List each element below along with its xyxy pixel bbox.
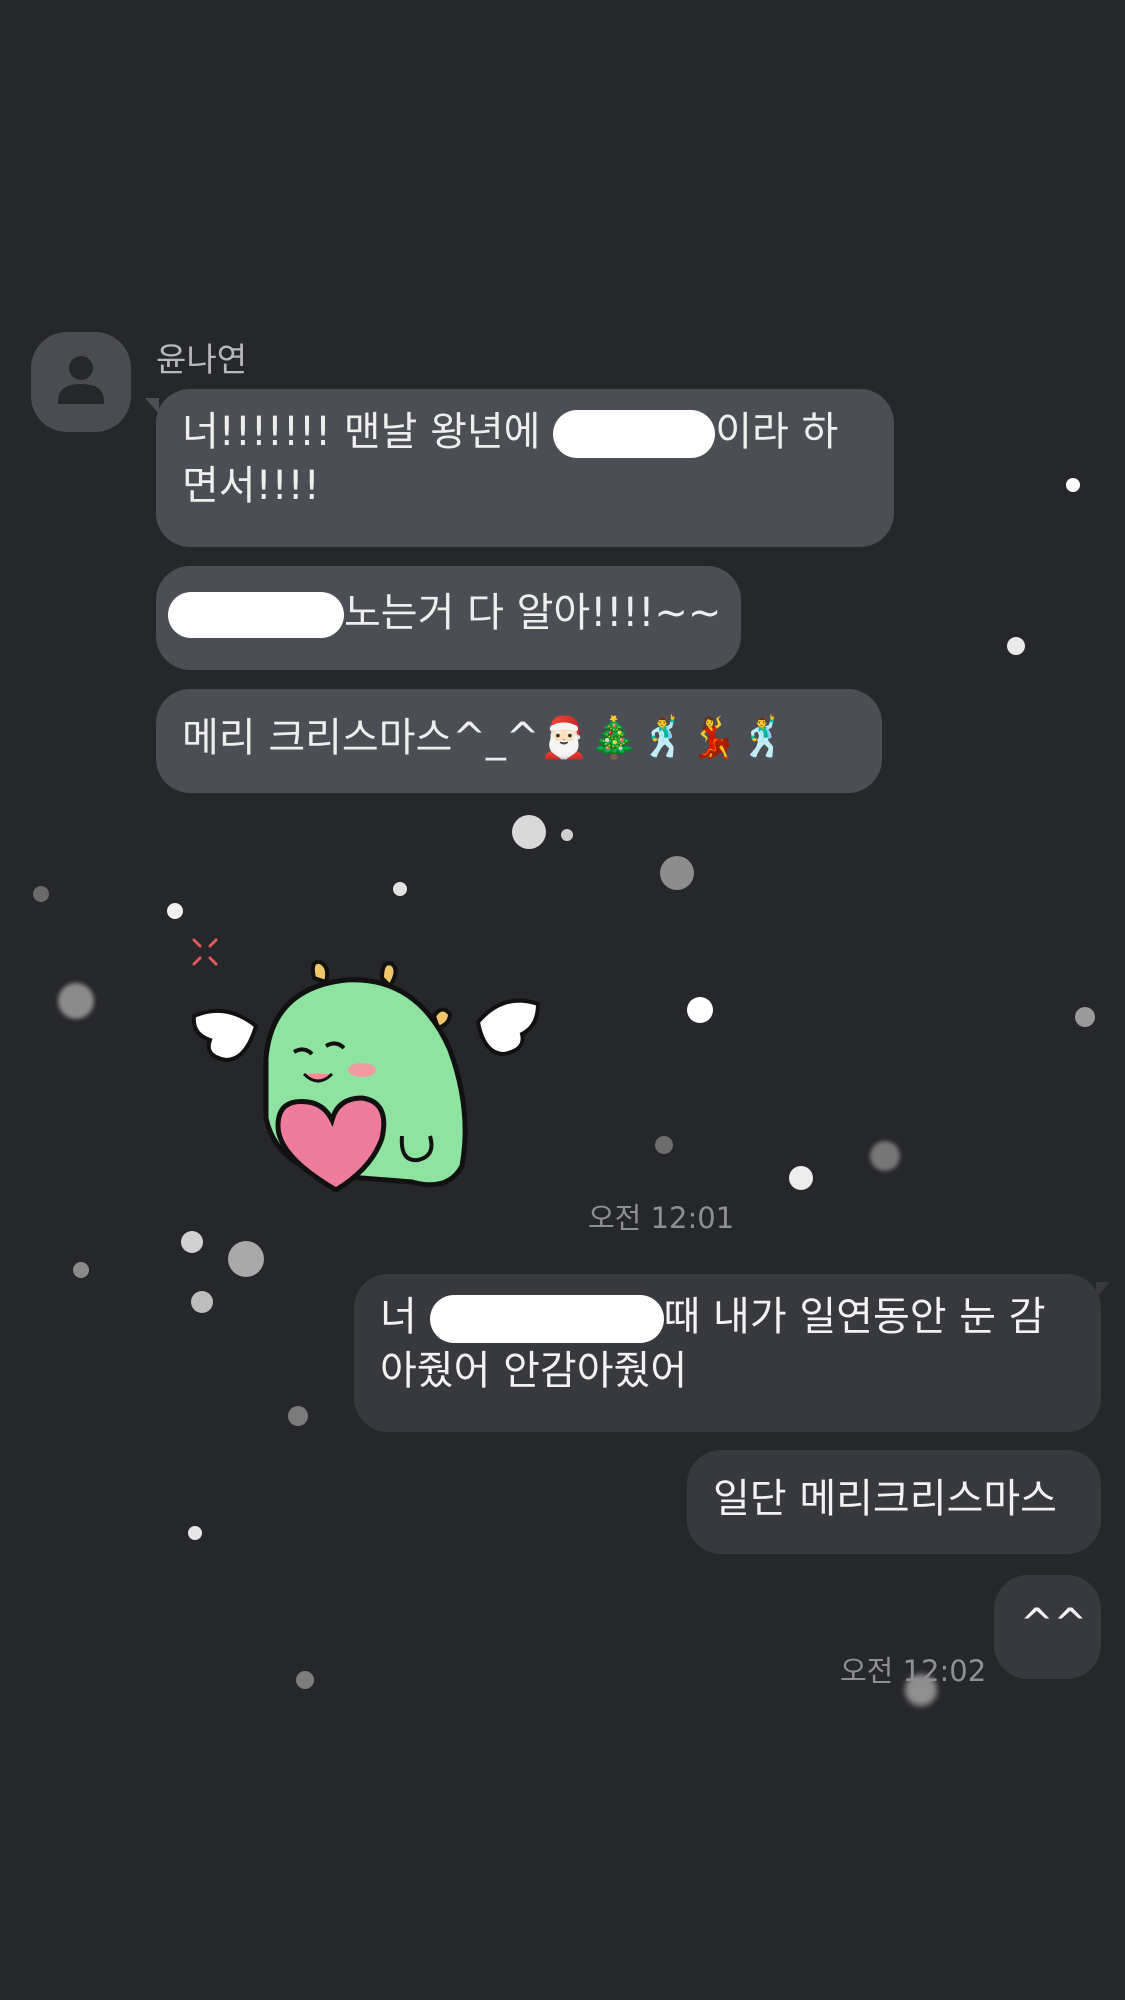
received-timestamp: 오전 12:01 [588,1201,735,1235]
message-text-before: 너 [380,1294,430,1340]
redacted-block [429,1295,664,1343]
redacted-block [553,410,716,458]
snowflake [73,1262,89,1278]
sent-timestamp: 오전 12:02 [840,1654,987,1688]
snowflake [58,983,94,1019]
message-text: 일단 메리크리스마스 [713,1476,1057,1522]
snowflake [167,903,183,919]
received-message-1[interactable]: 너!!!!!!! 맨날 왕년에 이라 하면서!!!! [156,389,894,547]
snowflake [181,1231,203,1253]
message-text: ^^ [1020,1601,1088,1647]
winged-green-dino-with-heart-sticker [191,938,541,1193]
sender-name: 윤나연 [156,340,248,379]
snowflake [655,1136,673,1154]
snowflake [1007,637,1025,655]
sent-message-1[interactable]: 너 때 내가 일연동안 눈 감아줬어 안감아줬어 [354,1274,1101,1432]
person-silhouette-icon [58,356,104,404]
snowflake [789,1166,813,1190]
sticker[interactable] [186,930,546,1200]
message-text: 메리 크리스마스^_^🎅🏻🎄🕺💃🕺 [182,715,789,761]
snowflake [1066,478,1080,492]
received-message-3[interactable]: 메리 크리스마스^_^🎅🏻🎄🕺💃🕺 [156,689,882,793]
snowflake [191,1291,213,1313]
snowflake [870,1141,900,1171]
sent-message-2[interactable]: 일단 메리크리스마스 [687,1450,1101,1554]
message-text-before: 너!!!!!!! 맨날 왕년에 [182,409,554,455]
snowflake [512,815,546,849]
sender-avatar[interactable] [31,332,131,432]
message-text: 노는거 다 알아!!!!~~ [344,590,722,636]
snowflake [228,1241,264,1277]
snowflake [687,997,713,1023]
snowflake [393,882,407,896]
snowflake [288,1406,308,1426]
received-message-2[interactable]: 노는거 다 알아!!!!~~ [156,566,741,670]
redacted-block [168,592,344,638]
snowflake [188,1526,202,1540]
snowflake [660,856,694,890]
snowflake [33,886,49,902]
snowflake [561,829,573,841]
sent-message-3[interactable]: ^^ [994,1575,1101,1679]
snowflake [296,1671,314,1689]
snowflake [1075,1007,1095,1027]
